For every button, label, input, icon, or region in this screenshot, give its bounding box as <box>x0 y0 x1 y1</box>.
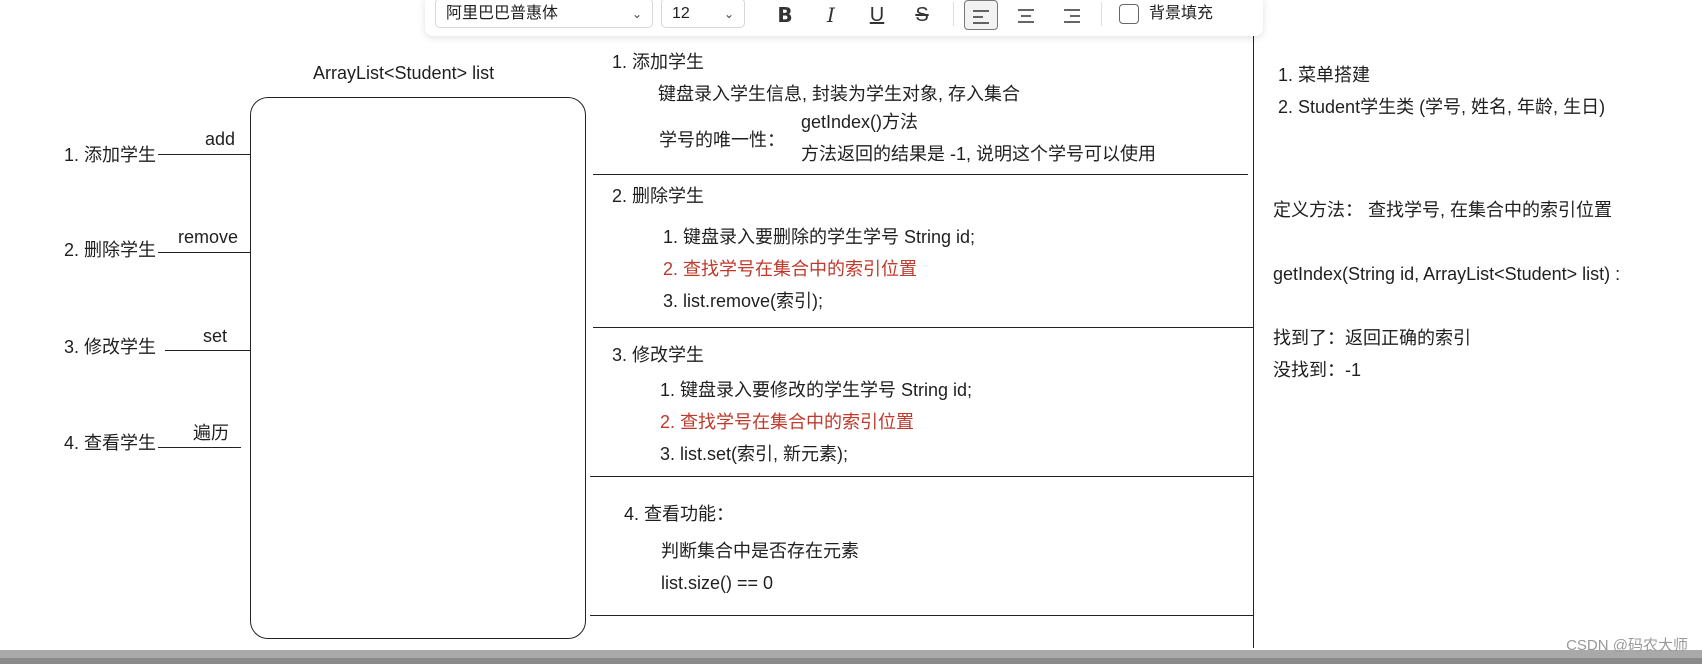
section-divider <box>593 327 1253 328</box>
modify-title: 3. 修改学生 <box>612 345 705 365</box>
bold-button[interactable]: B <box>768 0 802 30</box>
underline-button[interactable]: U <box>860 0 894 30</box>
modify-step1: 1. 键盘录入要修改的学生学号 String id; <box>660 380 973 400</box>
section-divider <box>593 174 1248 175</box>
bg-fill-checkbox[interactable] <box>1119 4 1139 24</box>
connector-line <box>158 447 241 448</box>
font-family-value: 阿里巴巴普惠体 <box>446 5 559 22</box>
list-box <box>250 97 586 639</box>
add-line1: 键盘录入学生信息, 封装为学生对象, 存入集合 <box>658 84 1021 104</box>
chevron-down-icon: ⌄ <box>631 7 642 21</box>
align-left-button[interactable] <box>964 0 998 30</box>
bg-fill-label: 背景填充 <box>1149 5 1214 22</box>
section-divider <box>590 476 1253 477</box>
strikethrough-button[interactable]: S <box>905 0 939 30</box>
right-signature: getIndex(String id, ArrayList<Student> l… <box>1273 264 1621 284</box>
modify-step2: 2. 查找学号在集合中的索引位置 <box>660 412 915 432</box>
align-center-button[interactable] <box>1009 0 1043 30</box>
watermark: CSDN @码农大师 <box>1566 637 1688 654</box>
left-item-remove-label: 2. 删除学生 <box>64 240 157 260</box>
remove-step3: 3. list.remove(索引); <box>663 291 824 311</box>
connector-line <box>165 350 250 351</box>
left-item-view-op: 遍历 <box>193 423 229 443</box>
modify-step3: 3. list.set(索引, 新元素); <box>660 444 849 464</box>
add-title: 1. 添加学生 <box>612 52 705 72</box>
section-divider <box>590 615 1253 616</box>
remove-step2: 2. 查找学号在集合中的索引位置 <box>663 259 918 279</box>
remove-title: 2. 删除学生 <box>612 186 705 206</box>
connector-line <box>158 252 250 253</box>
left-item-set-label: 3. 修改学生 <box>64 337 157 357</box>
right-found: 找到了：返回正确的索引 <box>1273 328 1471 348</box>
add-unique-1: getIndex()方法 <box>801 112 919 132</box>
list-title: ArrayList<Student> list <box>313 63 495 83</box>
add-unique-2: 方法返回的结果是 -1, 说明这个学号可以使用 <box>801 144 1157 164</box>
panel-separator <box>1253 36 1254 648</box>
right-not-found: 没找到：-1 <box>1273 360 1362 380</box>
left-item-view-label: 4. 查看学生 <box>64 433 157 453</box>
toolbar-divider <box>1101 2 1102 26</box>
left-item-add-op: add <box>205 129 236 149</box>
format-toolbar: 阿里巴巴普惠体 ⌄ 12 ⌄ B I U S 背景填充 <box>425 0 1263 36</box>
toolbar-divider <box>953 2 954 26</box>
left-item-set-op: set <box>203 326 228 346</box>
font-family-select[interactable]: 阿里巴巴普惠体 ⌄ <box>435 0 653 28</box>
chevron-down-icon: ⌄ <box>723 7 734 21</box>
view-line1: 判断集合中是否存在元素 <box>661 541 859 561</box>
scrollbar-thumb[interactable] <box>0 658 1702 664</box>
align-right-button[interactable] <box>1055 0 1089 30</box>
align-right-icon <box>1064 8 1080 23</box>
view-title: 4. 查看功能： <box>624 504 735 524</box>
add-unique-label: 学号的唯一性： <box>659 130 785 150</box>
right-item2: 2. Student学生类 (学号, 姓名, 年龄, 生日) <box>1278 97 1606 117</box>
left-item-add-label: 1. 添加学生 <box>64 145 157 165</box>
connector-line <box>158 154 250 155</box>
view-line2: list.size() == 0 <box>661 573 774 593</box>
remove-step1: 1. 键盘录入要删除的学生学号 String id; <box>663 227 976 247</box>
italic-button[interactable]: I <box>814 0 848 30</box>
left-item-remove-op: remove <box>178 227 239 247</box>
font-size-select[interactable]: 12 ⌄ <box>661 0 745 28</box>
align-center-icon <box>1018 8 1034 23</box>
align-left-icon <box>973 9 989 24</box>
font-size-value: 12 <box>672 5 690 22</box>
right-item1: 1. 菜单搭建 <box>1278 65 1371 85</box>
right-define: 定义方法： 查找学号, 在集合中的索引位置 <box>1273 200 1613 220</box>
